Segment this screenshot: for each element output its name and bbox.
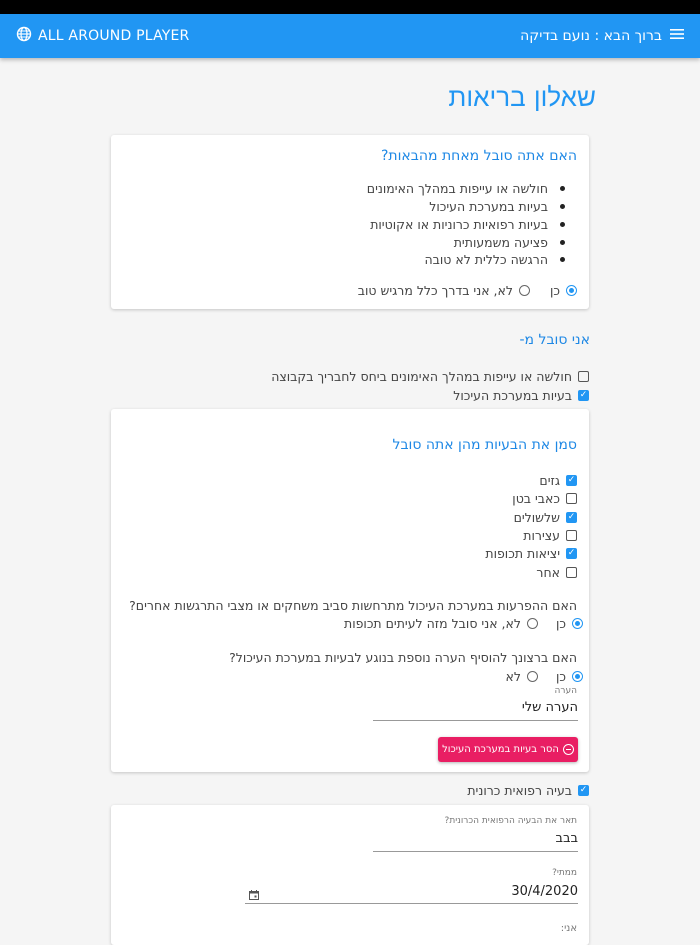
radio-group-note: כן לא — [506, 669, 583, 684]
list-item: פציעה משמעותית — [454, 235, 565, 250]
checkbox[interactable] — [566, 530, 577, 541]
checkbox-digestive[interactable]: בעיות במערכת העיכול — [453, 388, 589, 403]
checkbox[interactable] — [566, 567, 577, 578]
remove-circle-icon — [562, 744, 574, 755]
i-label: אני: — [560, 923, 577, 934]
note-field[interactable]: הערה שלי — [373, 700, 578, 721]
question-excitement: האם ההפרעות במערכת העיכול מתרחשות סביב מ… — [129, 598, 577, 613]
greeting-text: ברוך הבא : נועם בדיקה — [520, 28, 662, 44]
problem-diarrhea[interactable]: שלשולים — [514, 510, 577, 525]
describe-field[interactable]: בבב — [373, 831, 578, 852]
digestive-card: סמן את הבעיות מהן אתה סובל גזים כאבי בטן… — [111, 409, 589, 772]
remove-digestive-button[interactable]: הסר בעיות במערכת העיכול — [438, 737, 578, 762]
list-item: בעיות רפואיות כרוניות או אקוטיות — [370, 217, 565, 232]
checkbox-weakness[interactable]: חולשה או עייפות במהלך האימונים ביחס לחבר… — [271, 369, 589, 384]
checkbox[interactable] — [578, 390, 589, 401]
globe-icon — [16, 26, 32, 46]
calendar-icon[interactable] — [249, 889, 259, 904]
checkbox[interactable] — [566, 493, 577, 504]
radio-yes[interactable] — [566, 285, 577, 296]
list-item: חולשה או עייפות במהלך האימונים — [367, 181, 565, 196]
problem-stomach-pain[interactable]: כאבי בטן — [512, 491, 577, 506]
radio-no[interactable] — [518, 285, 530, 296]
checkbox[interactable] — [578, 785, 589, 796]
section-title: אני סובל מ- — [519, 332, 590, 348]
greeting: ברוך הבא : נועם בדיקה — [520, 14, 684, 58]
brand-title: ALL AROUND PLAYER — [38, 28, 190, 44]
since-date-field[interactable]: 30/4/2020 — [245, 882, 578, 904]
checkbox[interactable] — [566, 475, 577, 486]
problem-other[interactable]: אחר — [536, 565, 577, 580]
question-add-note: האם ברצונך להוסיף הערה נוספת בנוגע לבעיו… — [229, 650, 577, 665]
radio-no-label: לא, אני בדרך כלל מרגיש טוב — [357, 283, 513, 298]
radio-yes[interactable] — [572, 671, 583, 682]
radio-yes[interactable] — [572, 618, 583, 629]
problem-gas[interactable]: גזים — [539, 473, 577, 488]
radio-group-excitement: כן לא, אני סובל מזה לעיתים תכופות — [344, 616, 583, 631]
brand[interactable]: ALL AROUND PLAYER — [16, 14, 189, 58]
radio-group: כן לא, אני בדרך כלל מרגיש טוב — [358, 283, 577, 298]
card-title: סמן את הבעיות מהן אתה סובל — [392, 437, 578, 453]
radio-no[interactable] — [526, 671, 538, 682]
chronic-card: תאר את הבעיה הרפואית הכרונית? בבב ממתי? … — [111, 805, 589, 945]
radio-yes-label: כן — [549, 283, 560, 298]
symptoms-question-card: האם אתה סובל מאחת מהבאות? חולשה או עייפו… — [111, 135, 589, 309]
problem-frequent[interactable]: יציאות תכופות — [485, 546, 577, 561]
checkbox[interactable] — [578, 371, 589, 382]
checkbox-chronic[interactable]: בעיה רפואית כרונית — [467, 783, 589, 798]
note-label: הערה — [554, 686, 577, 696]
list-item: הרגשה כללית לא טובה — [424, 252, 565, 267]
question-title: האם אתה סובל מאחת מהבאות? — [380, 148, 577, 164]
menu-icon[interactable] — [670, 28, 684, 44]
problem-constipation[interactable]: עצירות — [523, 528, 577, 543]
radio-no[interactable] — [526, 618, 538, 629]
app-bar: ALL AROUND PLAYER ברוך הבא : נועם בדיקה — [0, 14, 700, 58]
list-item: בעיות במערכת העיכול — [429, 199, 565, 214]
since-label: ממתי? — [552, 868, 577, 878]
page-title: שאלון בריאות — [448, 83, 596, 113]
checkbox[interactable] — [566, 512, 577, 523]
system-status-bar — [0, 0, 700, 14]
describe-label: תאר את הבעיה הרפואית הכרונית? — [444, 816, 577, 826]
checkbox[interactable] — [566, 548, 577, 559]
